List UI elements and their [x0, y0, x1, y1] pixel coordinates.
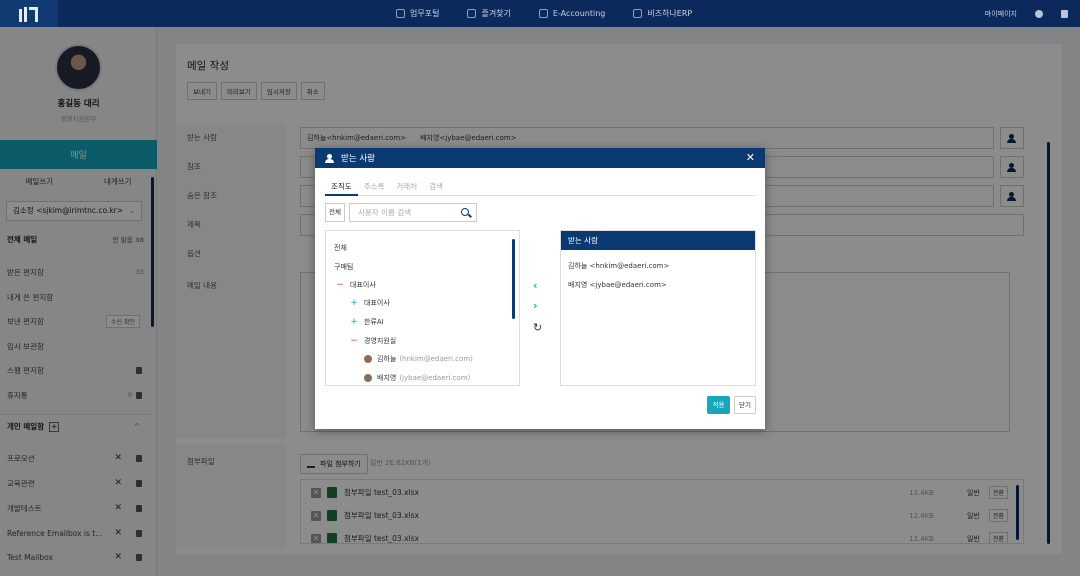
tree-node-dept[interactable]: − 경영지원실: [350, 336, 396, 346]
portal-icon: [396, 9, 405, 18]
tree-node-root[interactable]: 전체: [334, 243, 347, 253]
selected-recipients: 받는 사람 김하늘 <hnkim@edaeri.com> 배지영 <jybae@…: [560, 230, 756, 386]
refresh-icon[interactable]: ↻: [533, 321, 542, 334]
selected-recipient[interactable]: 김하늘 <hnkim@edaeri.com>: [561, 261, 755, 271]
user-search-input[interactable]: 사용자 이름 검색: [349, 203, 477, 222]
nav-portal[interactable]: 업무포털: [396, 8, 439, 19]
tab-search[interactable]: 검색: [423, 181, 449, 196]
dialog-header: 받는 사람 ✕: [315, 148, 765, 168]
dialog-title: 받는 사람: [341, 154, 375, 164]
expand-icon[interactable]: +: [350, 317, 358, 327]
recipient-dialog: 받는 사람 ✕ 조직도 주소록 거래처 검색 전체 사용자 이름 검색 전체 구…: [315, 148, 765, 429]
nav-favorites[interactable]: 즐겨찾기: [467, 8, 511, 19]
tree-node-company[interactable]: 구매팀: [334, 262, 353, 272]
top-bar: 업무포털 즐겨찾기 E-Accounting 비즈하나ERP 마이페이지: [0, 0, 1080, 27]
nav-erp[interactable]: 비즈하나ERP: [633, 8, 692, 19]
logo-icon: [19, 6, 38, 22]
close-icon[interactable]: ✕: [746, 151, 755, 164]
nav-e-accounting[interactable]: E-Accounting: [538, 9, 605, 18]
collapse-icon[interactable]: −: [350, 336, 358, 346]
tab-clients[interactable]: 거래처: [390, 181, 423, 196]
tree-node-sub1[interactable]: + 대표이사: [350, 298, 390, 308]
collapse-icon[interactable]: −: [336, 280, 344, 290]
user-avatar-icon: [364, 374, 372, 382]
user-avatar-icon: [364, 355, 372, 363]
logout-icon[interactable]: [1061, 9, 1068, 18]
scope-select[interactable]: 전체: [325, 203, 345, 222]
tree-user[interactable]: 김하늘 (hnkim@edaeri.com): [364, 354, 473, 364]
add-arrow-icon[interactable]: ›: [533, 299, 538, 312]
logo[interactable]: [0, 0, 58, 27]
expand-icon[interactable]: +: [350, 298, 358, 308]
close-button[interactable]: 닫기: [734, 396, 756, 414]
star-icon: [467, 9, 477, 18]
tab-address-book[interactable]: 주소록: [358, 181, 391, 196]
accounting-icon: [538, 9, 548, 18]
search-icon[interactable]: [461, 208, 469, 216]
erp-icon: [633, 9, 643, 18]
tree-node-sub2[interactable]: + 한류AI: [350, 317, 384, 327]
settings-icon[interactable]: [1035, 9, 1043, 18]
top-nav: 업무포털 즐겨찾기 E-Accounting 비즈하나ERP: [396, 0, 720, 27]
add-user-icon: [325, 153, 336, 163]
remove-arrow-icon[interactable]: ‹: [533, 279, 538, 292]
apply-button[interactable]: 적용: [707, 396, 730, 414]
dialog-tabs: 조직도 주소록 거래처 검색: [325, 181, 755, 196]
tree-node-ceo[interactable]: − 대표이사: [336, 280, 376, 290]
mypage-link[interactable]: 마이페이지: [985, 9, 1017, 19]
selected-header: 받는 사람: [561, 231, 755, 250]
tab-org-chart[interactable]: 조직도: [325, 181, 358, 196]
top-right: 마이페이지: [985, 0, 1068, 27]
tree-user[interactable]: 배지영 (jybae@edaeri.com): [364, 373, 470, 383]
tree-scrollbar[interactable]: [512, 239, 515, 319]
selected-recipient[interactable]: 배지영 <jybae@edaeri.com>: [561, 280, 755, 290]
org-tree: 전체 구매팀 − 대표이사 + 대표이사 + 한류AI − 경영지원실 김하늘 (hnki…: [325, 230, 520, 386]
